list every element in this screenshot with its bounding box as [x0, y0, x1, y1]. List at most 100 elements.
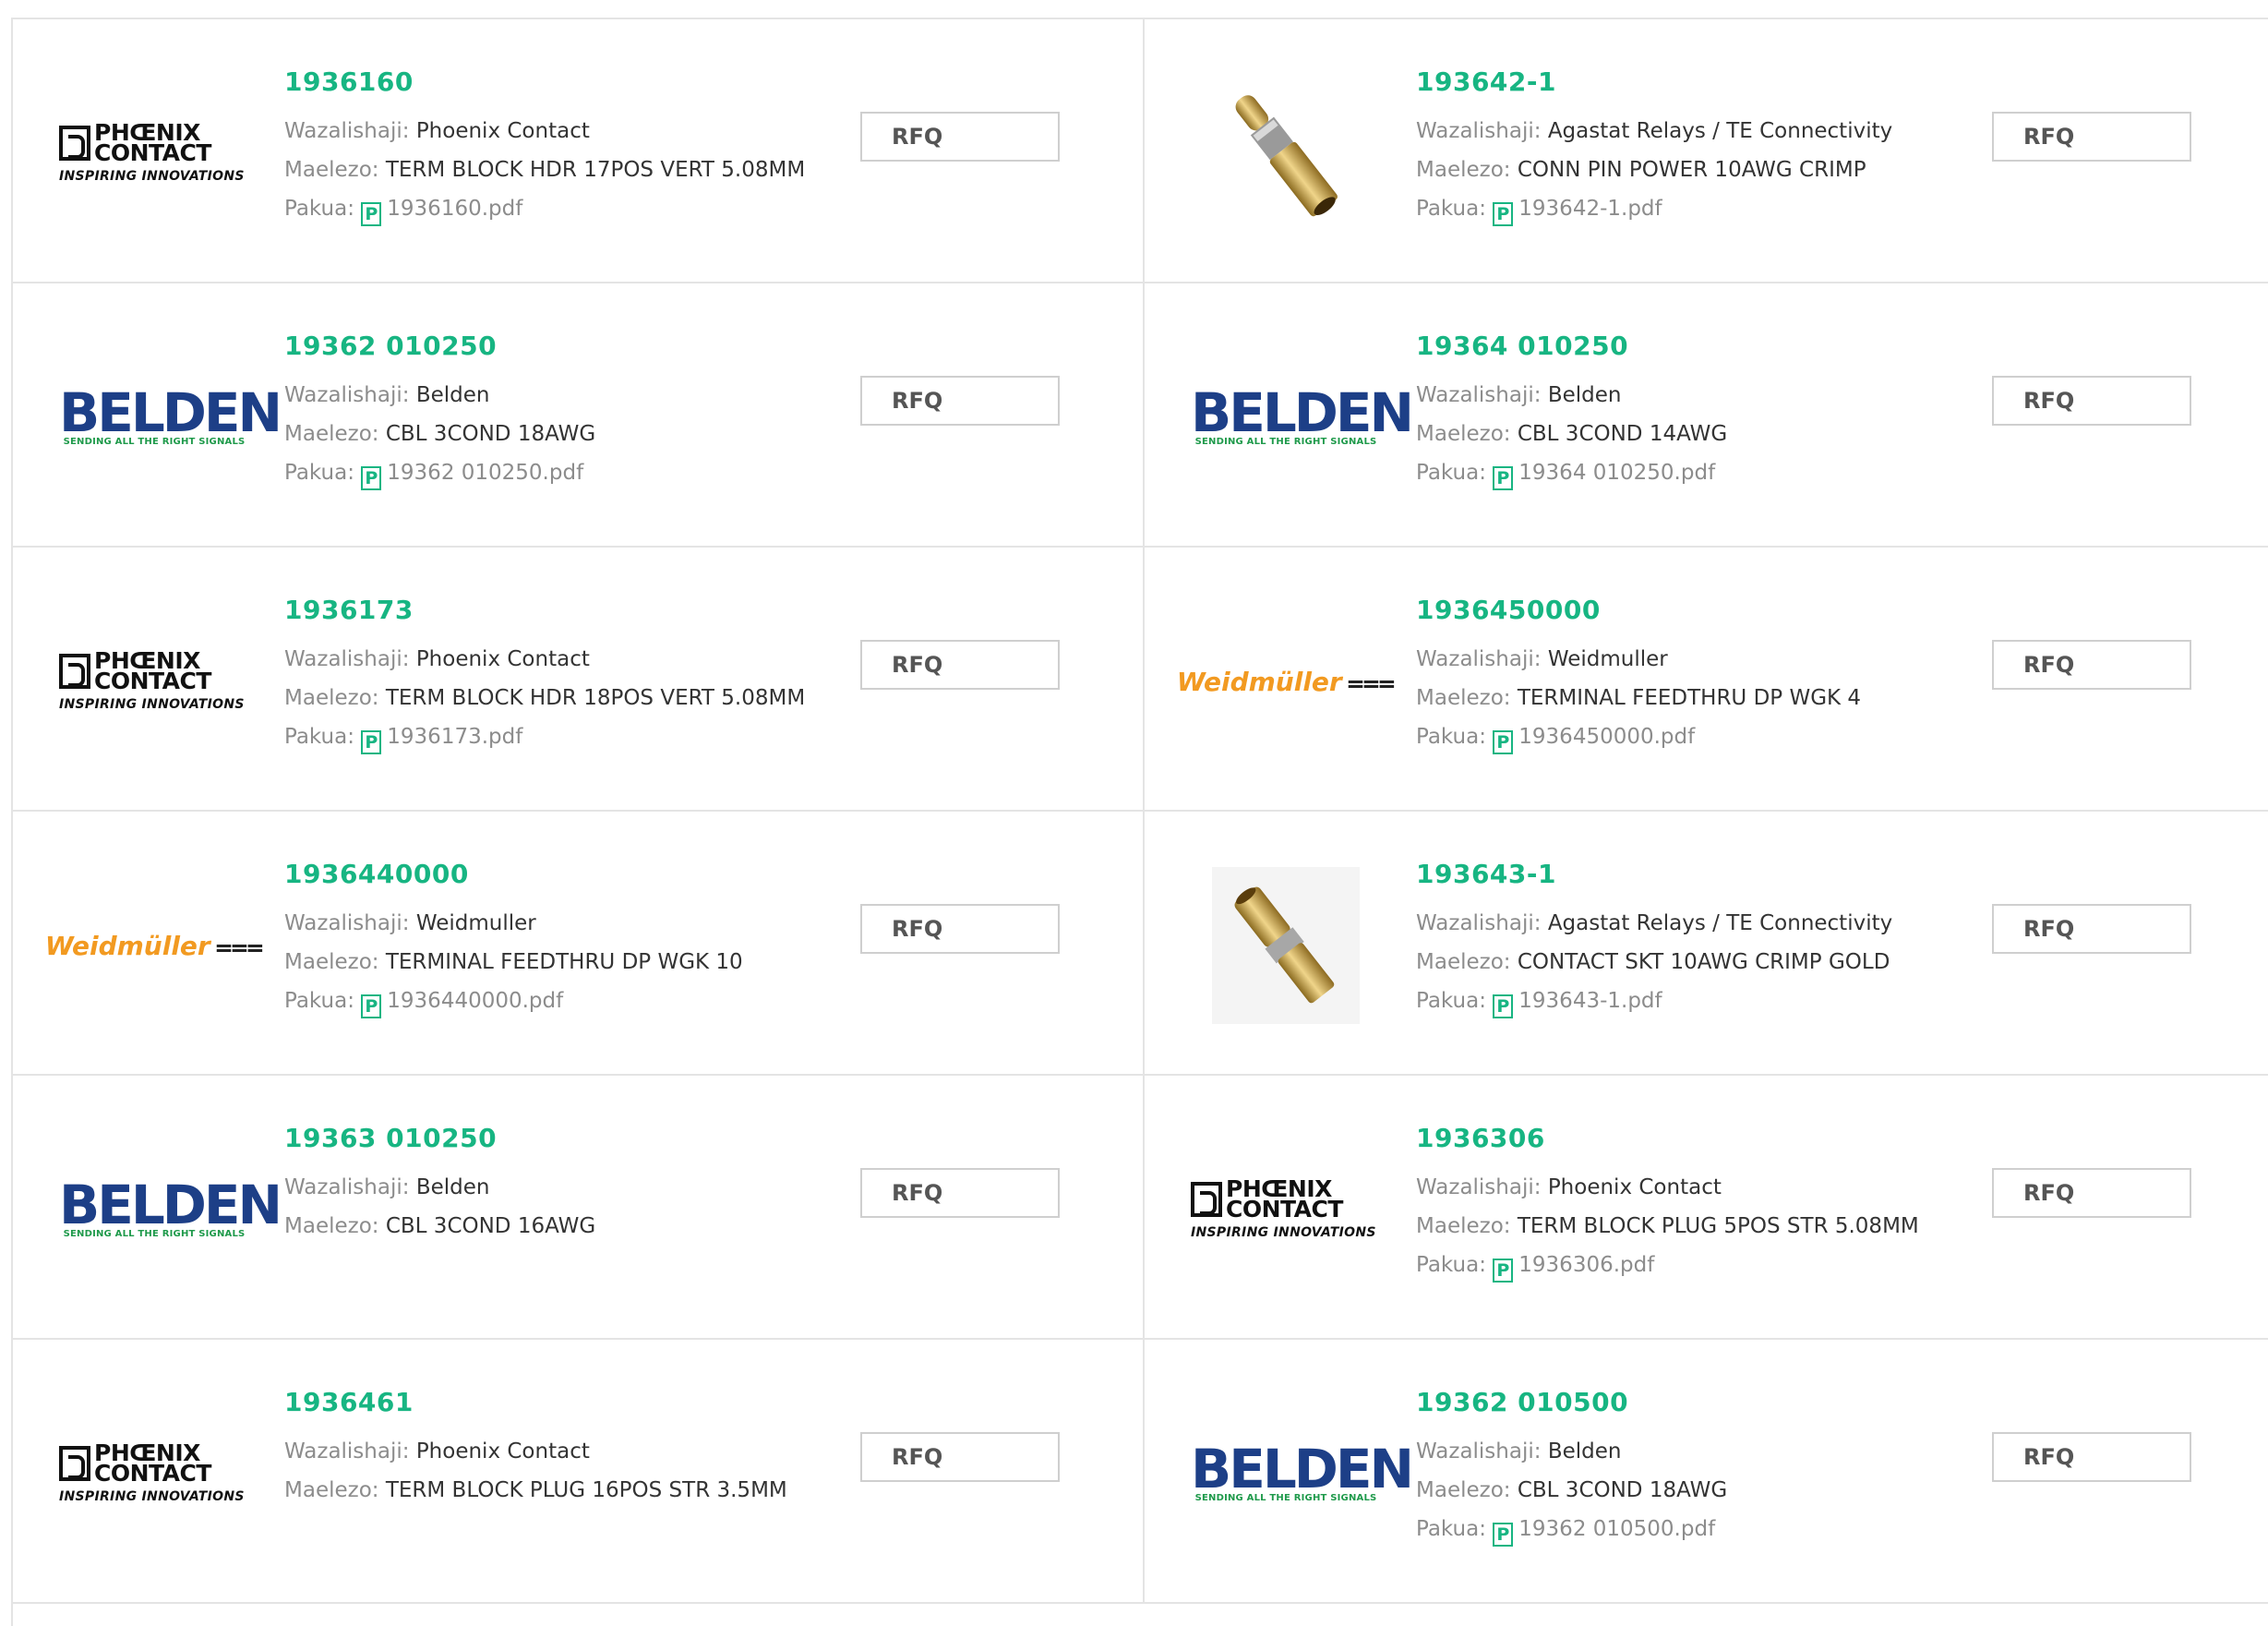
part-number-link[interactable]: 1936461	[284, 1386, 787, 1419]
rfq-button[interactable]: RFQ	[1992, 1168, 2191, 1218]
part-number-link[interactable]: 19364 010250	[1416, 330, 1727, 363]
phoenix-mark-icon	[1191, 1182, 1222, 1217]
description-row: Maelezo: CONN PIN POWER 10AWG CRIMP	[1416, 151, 1892, 189]
part-number-link[interactable]: 19363 010250	[284, 1122, 595, 1155]
datasheet-link[interactable]: P 19364 010250.pdf	[1493, 461, 1715, 490]
package-label: Pakua:	[284, 989, 354, 1013]
description-label: Maelezo:	[284, 950, 379, 974]
part-number-link[interactable]: 1936306	[1416, 1122, 1919, 1155]
rfq-button[interactable]: RFQ	[1992, 112, 2191, 162]
manufacturer-logo: BELDEN SENDING ALL THE RIGHT SIGNALS	[57, 362, 282, 473]
description-label: Maelezo:	[1416, 158, 1511, 182]
description-label: Maelezo:	[1416, 422, 1511, 446]
rfq-button[interactable]: RFQ	[860, 640, 1060, 690]
manufacturer-row: Wazalishaji: Agastat Relays / TE Connect…	[1416, 112, 1892, 151]
part-number-link[interactable]: 193642-1	[1416, 66, 1892, 99]
package-label: Pakua:	[1416, 461, 1486, 485]
datasheet-filename[interactable]: 1936173.pdf	[387, 725, 522, 749]
description-row: Maelezo: CBL 3COND 14AWG	[1416, 415, 1727, 453]
description-label: Maelezo:	[1416, 1478, 1511, 1502]
manufacturer-logo	[1189, 75, 1383, 232]
manufacturer-name: Belden	[415, 1175, 490, 1199]
rfq-button[interactable]: RFQ	[1992, 904, 2191, 954]
manufacturer-label: Wazalishaji:	[284, 1439, 410, 1463]
pdf-icon: P	[361, 994, 382, 1018]
pdf-icon: P	[1493, 466, 1514, 490]
datasheet-filename[interactable]: 19362 010250.pdf	[387, 461, 583, 485]
description-row: Maelezo: TERMINAL FEEDTHRU DP WGK 10	[284, 943, 743, 982]
phoenix-mark-icon	[59, 126, 90, 161]
datasheet-filename[interactable]: 19364 010250.pdf	[1518, 461, 1715, 485]
part-number-link[interactable]: 1936450000	[1416, 594, 1861, 627]
datasheet-link[interactable]: P 193643-1.pdf	[1493, 989, 1662, 1018]
product-card: PHŒNIX CONTACT INSPIRING INNOVATIONS 193630…	[1145, 1076, 2268, 1340]
manufacturer-logo: Weidmüller ⩶	[1177, 626, 1395, 737]
description-row: Maelezo: CBL 3COND 18AWG	[1416, 1471, 1727, 1510]
part-number-link[interactable]: 1936160	[284, 66, 805, 99]
manufacturer-logo: Weidmüller ⩶	[45, 890, 263, 1001]
datasheet-filename[interactable]: 1936306.pdf	[1518, 1253, 1654, 1277]
manufacturer-row: Wazalishaji: Belden	[284, 1168, 595, 1207]
belden-logo: BELDEN SENDING ALL THE RIGHT SIGNALS	[59, 380, 282, 447]
package-label: Pakua:	[1416, 197, 1486, 221]
manufacturer-row: Wazalishaji: Belden	[1416, 1432, 1727, 1471]
part-number-link[interactable]: 1936173	[284, 594, 805, 627]
description-text: CBL 3COND 16AWG	[385, 1214, 596, 1238]
datasheet-link[interactable]: P 193642-1.pdf	[1493, 197, 1662, 226]
datasheet-filename[interactable]: 1936160.pdf	[387, 197, 522, 221]
datasheet-link[interactable]: P 1936160.pdf	[361, 197, 522, 226]
datasheet-filename[interactable]: 193643-1.pdf	[1518, 989, 1662, 1013]
part-number-link[interactable]: 19362 010250	[284, 330, 595, 363]
rfq-button[interactable]: RFQ	[860, 904, 1060, 954]
datasheet-link[interactable]: P 1936440000.pdf	[361, 989, 563, 1018]
description-row: Maelezo: TERM BLOCK PLUG 16POS STR 3.5MM	[284, 1471, 787, 1510]
datasheet-link[interactable]: P 19362 010500.pdf	[1493, 1517, 1715, 1547]
manufacturer-logo: BELDEN SENDING ALL THE RIGHT SIGNALS	[1189, 362, 1414, 473]
manufacturer-name: Agastat Relays / TE Connectivity	[1547, 911, 1893, 935]
manufacturer-name: Weidmuller	[415, 911, 536, 935]
datasheet-link[interactable]: P 1936450000.pdf	[1493, 725, 1695, 754]
description-text: TERM BLOCK HDR 18POS VERT 5.08MM	[385, 686, 806, 710]
part-number-link[interactable]: 1936440000	[284, 858, 743, 891]
manufacturer-row: Wazalishaji: Phoenix Contact	[284, 112, 805, 151]
manufacturer-name: Phoenix Contact	[415, 119, 590, 143]
package-row: Pakua: P 19362 010250.pdf	[284, 453, 595, 492]
datasheet-link[interactable]: P 19362 010250.pdf	[361, 461, 583, 490]
description-row: Maelezo: TERM BLOCK HDR 18POS VERT 5.08M…	[284, 679, 805, 717]
datasheet-filename[interactable]: 1936450000.pdf	[1518, 725, 1695, 749]
package-label: Pakua:	[1416, 1253, 1486, 1277]
description-text: TERMINAL FEEDTHRU DP WGK 10	[385, 950, 743, 974]
pdf-icon: P	[361, 466, 382, 490]
datasheet-filename[interactable]: 19362 010500.pdf	[1518, 1517, 1715, 1541]
manufacturer-name: Belden	[1547, 383, 1622, 407]
datasheet-link[interactable]: P 1936306.pdf	[1493, 1253, 1654, 1283]
rfq-button[interactable]: RFQ	[860, 376, 1060, 426]
manufacturer-row: Wazalishaji: Phoenix Contact	[1416, 1168, 1919, 1207]
rfq-button[interactable]: RFQ	[1992, 640, 2191, 690]
part-number-link[interactable]: 19362 010500	[1416, 1386, 1727, 1419]
package-label: Pakua:	[1416, 725, 1486, 749]
weidmuller-logo: Weidmüller ⩶	[44, 929, 264, 962]
description-label: Maelezo:	[284, 158, 379, 182]
rfq-button[interactable]: RFQ	[860, 1432, 1060, 1482]
datasheet-filename[interactable]: 1936440000.pdf	[387, 989, 563, 1013]
manufacturer-label: Wazalishaji:	[284, 383, 410, 407]
manufacturer-row: Wazalishaji: Phoenix Contact	[284, 1432, 787, 1471]
rfq-button[interactable]: RFQ	[1992, 1432, 2191, 1482]
datasheet-link[interactable]: P 1936173.pdf	[361, 725, 522, 754]
manufacturer-label: Wazalishaji:	[1416, 119, 1542, 143]
datasheet-filename[interactable]: 193642-1.pdf	[1518, 197, 1662, 221]
description-text: CBL 3COND 14AWG	[1517, 422, 1728, 446]
rfq-button[interactable]: RFQ	[1992, 376, 2191, 426]
product-info: 193643-1 Wazalishaji: Agastat Relays / TE…	[1416, 858, 1892, 1020]
description-row: Maelezo: TERM BLOCK PLUG 5POS STR 5.08MM	[1416, 1207, 1919, 1246]
package-row: Pakua: P 193642-1.pdf	[1416, 189, 1892, 228]
description-text: TERM BLOCK PLUG 5POS STR 5.08MM	[1517, 1214, 1919, 1238]
description-row: Maelezo: TERM BLOCK HDR 17POS VERT 5.08M…	[284, 151, 805, 189]
rfq-button[interactable]: RFQ	[860, 112, 1060, 162]
product-info: 1936450000 Wazalishaji: Weidmuller Maelezo…	[1416, 594, 1861, 756]
manufacturer-row: Wazalishaji: Weidmuller	[1416, 640, 1861, 679]
rfq-button[interactable]: RFQ	[860, 1168, 1060, 1218]
part-number-link[interactable]: 193643-1	[1416, 858, 1892, 891]
package-label: Pakua:	[1416, 1517, 1486, 1541]
